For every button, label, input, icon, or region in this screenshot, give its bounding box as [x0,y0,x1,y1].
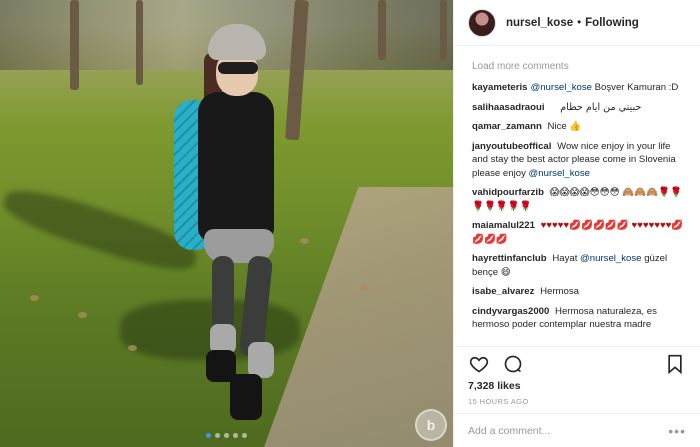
tree-trunk [378,0,386,60]
comment-text: Hayat [552,253,578,264]
knit-hat [208,24,266,60]
comment-username[interactable]: isabe_alvarez [472,286,534,297]
bookmark-icon[interactable] [664,353,686,375]
carousel-dot[interactable] [233,433,238,438]
header-username[interactable]: nursel_kose [506,17,573,29]
person-figure [168,24,298,424]
comment-icon[interactable] [502,353,524,375]
comment-input[interactable] [468,424,669,437]
comment-username[interactable]: janyoutubeoffical [472,141,551,152]
leaf [360,285,369,291]
comment: vahidpourfarzib 😱😱😱😱😳😳😳 🙈🙈🙈🌹🌹🌹🌹🌹🌹🌹 [472,186,686,213]
comment-mention[interactable]: @nursel_kose [530,82,591,93]
comment-username[interactable]: qamar_zamann [472,121,542,132]
comment-text: حبيتي من ايام حطام [560,101,642,113]
boot [230,374,262,420]
post-header: nursel_kose • Following [454,0,700,46]
comment: cindyvargas2000 Hermosa naturaleza, es h… [472,305,686,332]
instagram-post: b nursel_kose • Following Load more comm… [0,0,700,447]
add-comment-bar: ••• [454,413,700,447]
post-timestamp: 15 HOURS AGO [468,397,529,406]
avatar[interactable] [468,8,496,37]
comment: kayameteris @nursel_kose Boşver Kamuran :… [472,81,686,95]
leaf [78,312,87,318]
more-options-icon[interactable]: ••• [668,423,686,439]
comment: hayrettinfanclub Hayat @nursel_kose güze… [472,252,686,279]
sunglasses [218,62,258,74]
tree-trunk [70,0,79,90]
comment-username[interactable]: hayrettinfanclub [472,253,547,264]
carousel-indicator [0,433,453,438]
tree-trunk [440,0,447,60]
watermark-logo: b [415,409,447,441]
comments-list: Load more comments kayameteris @nursel_ko… [454,46,700,346]
comment: maiamalul221 ♥♥♥♥♥💋💋💋💋💋 ♥♥♥♥♥♥♥💋💋💋💋 [472,219,686,246]
leaf [300,238,309,244]
black-top [198,92,274,242]
comment: qamar_zamann Nice 👍 [472,120,686,134]
comment: janyoutubeoffical Wow nice enjoy in your… [472,140,686,181]
post-photo[interactable]: b [0,0,453,447]
comment-username[interactable]: vahidpourfarzib [472,187,544,198]
side-panel: nursel_kose • Following Load more commen… [453,0,700,447]
comment-text: Nice 👍 [547,121,582,132]
comment: isabe_alvarez Hermosa [472,285,686,299]
leaf [128,345,137,351]
tree-trunk [136,0,143,85]
comment-username[interactable]: salihaasadraoui [472,102,545,113]
carousel-dot[interactable] [224,433,229,438]
load-more-comments-link[interactable]: Load more comments [472,61,686,72]
heart-icon[interactable] [468,353,490,375]
header-separator: • [577,16,582,29]
comment: salihaasadraoui حبيتي من ايام حطام [472,101,686,115]
carousel-dot[interactable] [242,433,247,438]
comment-username[interactable]: kayameteris [472,82,527,93]
comment-mention[interactable]: @nursel_kose [529,168,590,179]
carousel-dot[interactable] [206,433,211,438]
leaf [30,295,39,301]
likes-count[interactable]: 7,328 likes [454,380,700,395]
carousel-dot[interactable] [215,433,220,438]
comment-mention[interactable]: @nursel_kose [580,253,641,264]
following-button[interactable]: Following [585,17,639,29]
comment-text: Boşver Kamuran :D [591,82,679,93]
comment-username[interactable]: maiamalul221 [472,220,535,231]
leg-warmer [248,342,274,378]
action-bar [454,346,700,380]
comment-username[interactable]: cindyvargas2000 [472,306,549,317]
comment-text: Hermosa [540,286,579,297]
